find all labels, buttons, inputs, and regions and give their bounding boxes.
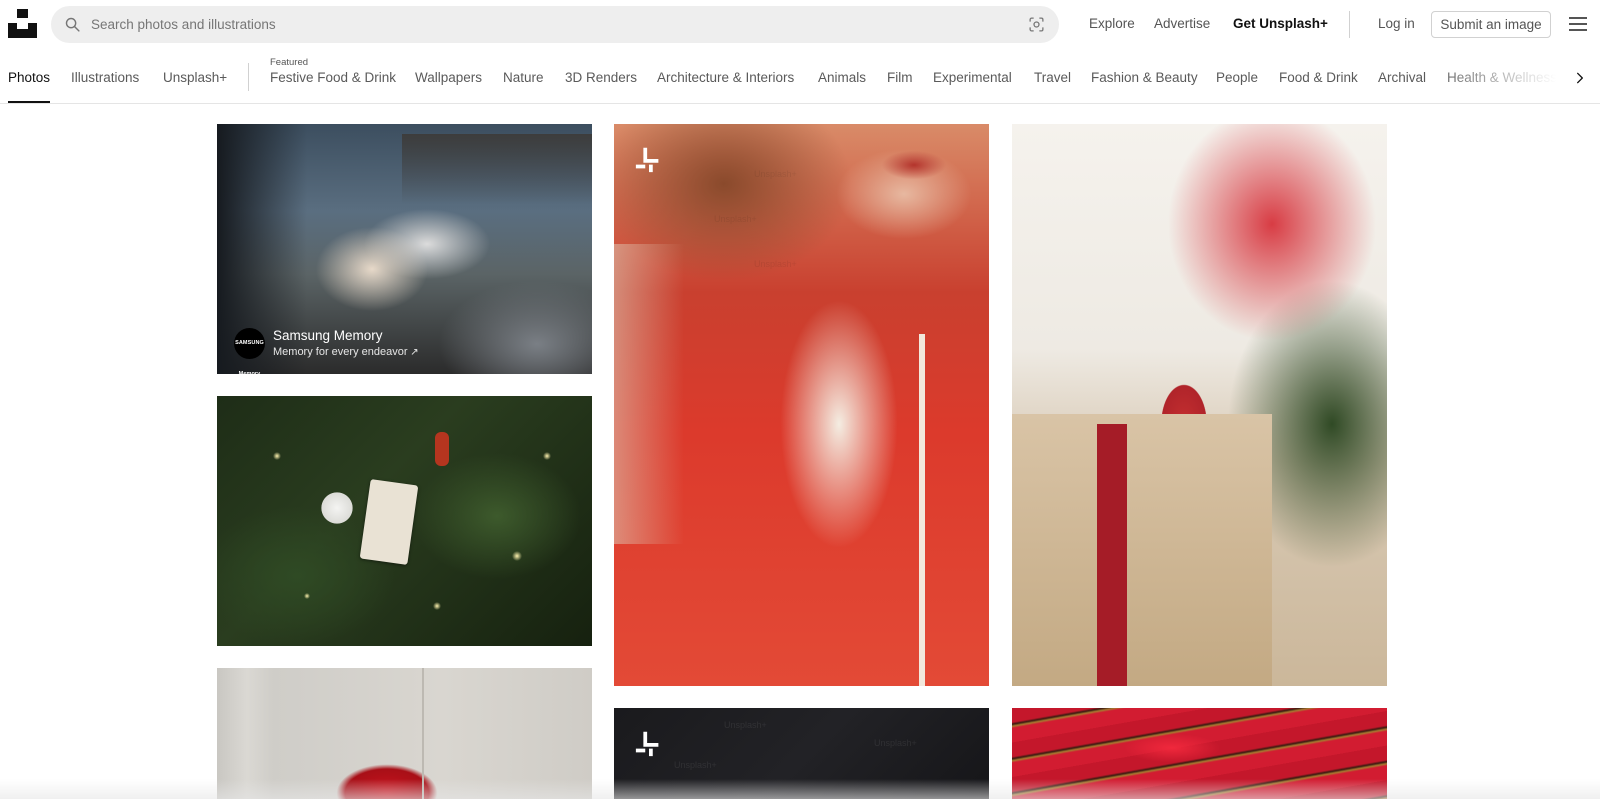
topic-architecture-interiors[interactable]: Architecture & Interiors [657,70,794,85]
topic-food-drink[interactable]: Food & Drink [1279,70,1358,85]
search-input[interactable] [91,6,1011,43]
photo-christmas-tree[interactable] [217,396,592,646]
tab-unsplash-plus[interactable]: Unsplash+ [163,70,227,85]
topic-film[interactable]: Film [887,70,913,85]
photo-red-dress[interactable]: Unsplash+ Unsplash+ Unsplash+ [614,124,989,686]
sponsor-name[interactable]: Samsung Memory [273,328,383,343]
submit-image-button[interactable]: Submit an image [1431,11,1551,38]
nav-divider [248,63,249,91]
visual-search-icon[interactable] [1028,16,1045,33]
topic-health-wellness[interactable]: Health & Wellness [1447,70,1557,85]
tab-photos[interactable]: Photos [8,70,50,85]
topic-fashion-beauty[interactable]: Fashion & Beauty [1091,70,1198,85]
header-divider [1349,11,1350,38]
get-unsplash-plus-link[interactable]: Get Unsplash+ [1233,16,1328,31]
unsplash-plus-icon [635,731,659,757]
photo-red-abstract[interactable] [1012,708,1387,799]
active-tab-indicator [8,101,50,103]
watermark: Unsplash+ [754,259,797,269]
search-bar[interactable] [51,6,1059,43]
topic-travel[interactable]: Travel [1034,70,1071,85]
chevron-right-icon[interactable] [1573,71,1587,85]
topic-wallpapers[interactable]: Wallpapers [415,70,482,85]
watermark: Unsplash+ [754,169,797,179]
topic-people[interactable]: People [1216,70,1258,85]
photo-drone[interactable]: SAMSUNG Memory Samsung Memory Memory for… [217,124,592,374]
explore-link[interactable]: Explore [1089,16,1135,31]
topic-festive-food-drink[interactable]: Festive Food & Drink [270,70,396,85]
topic-nature[interactable]: Nature [503,70,544,85]
featured-label: Featured [270,57,309,68]
tab-illustrations[interactable]: Illustrations [71,70,139,85]
topic-animals[interactable]: Animals [818,70,866,85]
sponsor-avatar[interactable]: SAMSUNG Memory [234,328,265,374]
topic-archival[interactable]: Archival [1378,70,1426,85]
unsplash-logo-icon[interactable] [8,9,37,38]
topic-experimental[interactable]: Experimental [933,70,1012,85]
category-nav: Photos Illustrations Unsplash+ Featured … [0,52,1600,104]
hamburger-menu-icon[interactable] [1569,16,1589,31]
watermark: Unsplash+ [724,720,767,730]
sponsor-tagline[interactable]: Memory for every endeavor [273,346,419,358]
watermark: Unsplash+ [674,760,717,770]
watermark: Unsplash+ [714,214,757,224]
watermark: Unsplash+ [874,738,917,748]
sponsor-overlay[interactable]: SAMSUNG Memory Samsung Memory Memory for… [234,328,564,374]
photo-cat-figurine[interactable] [1012,124,1387,686]
top-header: Explore Advertise Get Unsplash+ Log in S… [0,0,1600,48]
photo-poinsettia[interactable] [217,668,592,799]
photo-dark-texture[interactable]: Unsplash+ Unsplash+ Unsplash+ [614,708,989,799]
search-icon[interactable] [64,16,81,33]
topic-3d-renders[interactable]: 3D Renders [565,70,637,85]
login-link[interactable]: Log in [1378,16,1415,31]
unsplash-plus-icon [635,147,659,173]
advertise-link[interactable]: Advertise [1154,16,1210,31]
